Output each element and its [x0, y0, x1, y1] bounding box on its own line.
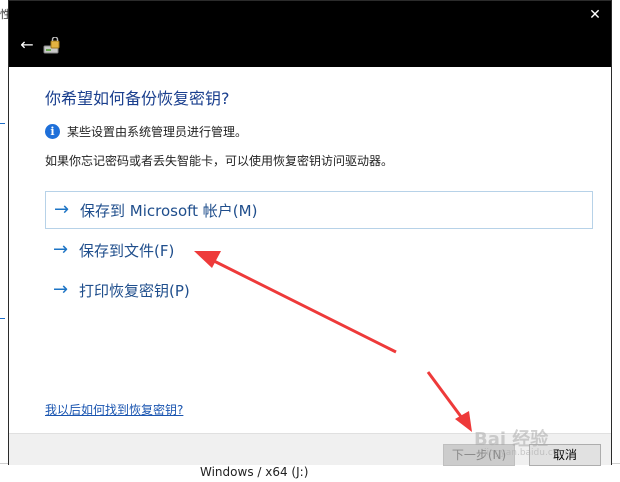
- title-bar: ✕ ←: [9, 1, 611, 67]
- page-title: 你希望如何备份恢复密钥?: [45, 89, 230, 108]
- arrow-right-icon: →: [53, 279, 69, 300]
- bitlocker-drive-icon: [43, 37, 60, 54]
- background-window-link-mark: [0, 123, 5, 124]
- option-save-to-microsoft-account[interactable]: → 保存到 Microsoft 帐户(M): [45, 191, 593, 229]
- bitlocker-backup-dialog: ✕ ← 你希望如何备份恢复密钥? i 某些设置由系统管理员进行管理。 如果你忘记…: [8, 0, 612, 466]
- find-recovery-key-help-link[interactable]: 我以后如何找到恢复密钥?: [45, 401, 183, 418]
- baidu-watermark-url: jingyan.baidu.com: [484, 448, 568, 458]
- option-print-recovery-key[interactable]: → 打印恢复密钥(P): [45, 271, 593, 309]
- background-drive-label: Windows / x64 (J:): [200, 465, 309, 479]
- option-label: 保存到文件(F): [79, 241, 175, 260]
- policy-notice: i 某些设置由系统管理员进行管理。: [45, 122, 247, 140]
- description-text: 如果你忘记密码或者丢失智能卡，可以使用恢复密钥访问驱动器。: [45, 154, 394, 168]
- option-label: 保存到 Microsoft 帐户(M): [80, 201, 258, 220]
- back-button[interactable]: ←: [17, 35, 37, 55]
- background-window-bottom-edge: [0, 463, 620, 482]
- policy-notice-text: 某些设置由系统管理员进行管理。: [67, 124, 248, 139]
- info-icon: i: [45, 123, 60, 139]
- background-window-link-mark: [0, 318, 5, 319]
- option-label: 打印恢复密钥(P): [79, 281, 190, 300]
- arrow-right-icon: →: [54, 199, 70, 220]
- option-save-to-file[interactable]: → 保存到文件(F): [45, 231, 593, 269]
- close-button[interactable]: ✕: [587, 7, 603, 23]
- background-window-right-edge: [611, 0, 620, 481]
- arrow-right-icon: →: [53, 239, 69, 260]
